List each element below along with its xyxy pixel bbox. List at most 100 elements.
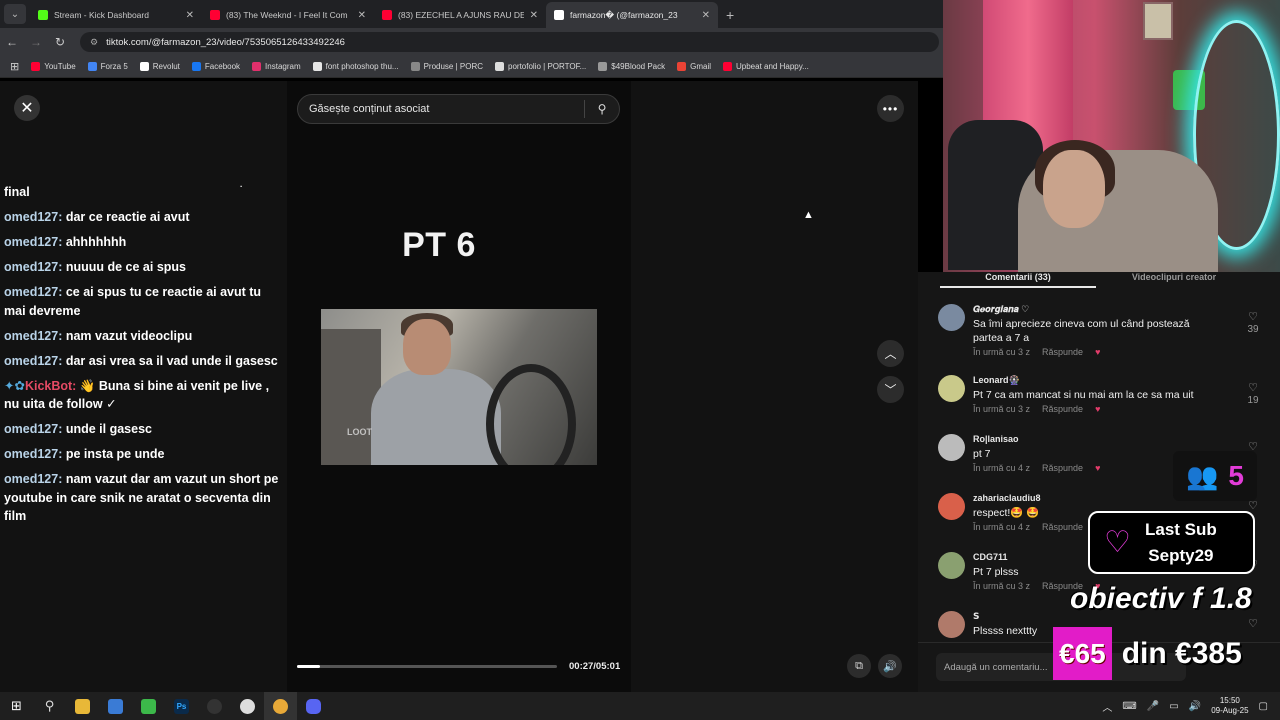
bookmark-favicon-icon — [598, 62, 608, 71]
tab-search-icon[interactable]: ⌄ — [4, 4, 26, 24]
file-explorer-icon[interactable] — [66, 692, 99, 720]
close-tab-icon[interactable]: ✕ — [530, 10, 538, 21]
bookmark-item[interactable]: portofolio | PORTOF... — [495, 62, 586, 71]
bookmark-favicon-icon — [495, 62, 505, 71]
heart-icon: ♡ — [1104, 526, 1131, 559]
reply-button[interactable]: Răspunde — [1042, 404, 1083, 414]
close-tab-icon[interactable]: ✕ — [186, 10, 194, 21]
app-icon[interactable] — [231, 692, 264, 720]
new-tab-icon[interactable]: + — [726, 7, 734, 23]
browser-tab[interactable]: (83) EZECHEL A AJUNS RAU DE ✕ — [374, 2, 546, 28]
volume-icon[interactable]: 🔊 — [878, 654, 902, 678]
bookmark-label: YouTube — [44, 62, 76, 71]
like-button[interactable]: ♡ 39 — [1243, 310, 1263, 335]
webcam-face — [1043, 150, 1105, 228]
chevron-down-icon[interactable]: ﹀ — [877, 376, 904, 403]
avatar[interactable] — [938, 375, 965, 402]
speaker-icon[interactable]: 🔊 — [1189, 701, 1201, 712]
photoshop-icon[interactable]: Ps — [165, 692, 198, 720]
address-bar[interactable]: ⚙ tiktok.com/@farmazon_23/video/75350651… — [80, 32, 939, 52]
forward-icon[interactable]: → — [24, 35, 48, 49]
like-button[interactable]: ♡ — [1243, 617, 1263, 631]
video-watermark: LOOT — [347, 427, 372, 437]
microphone-icon[interactable]: 🎤 — [1147, 701, 1159, 712]
chat-text: nam vazut videoclipu — [65, 328, 193, 343]
chat-username[interactable]: omed127: — [4, 422, 62, 436]
chat-username[interactable]: omed127: — [4, 354, 62, 368]
bookmark-item[interactable]: Facebook — [191, 62, 241, 71]
browser-tab[interactable]: Stream - Kick Dashboard ✕ — [30, 2, 202, 28]
bookmark-item[interactable]: Revolut — [139, 62, 180, 71]
chrome-icon[interactable] — [264, 692, 297, 720]
comment-author[interactable]: 𝗦 — [973, 611, 979, 622]
bookmark-item[interactable]: Upbeat and Happy... — [723, 62, 809, 71]
bookmark-label: Facebook — [204, 62, 241, 71]
more-options-icon[interactable]: ••• — [877, 95, 904, 122]
chat-username[interactable]: omed127: — [4, 260, 62, 274]
tab-comments[interactable]: Comentarii (33) — [940, 272, 1096, 288]
comment-author[interactable]: 𝑮𝒆𝒐𝒓𝒈𝒊𝒂𝒏𝒂 ♡ — [973, 304, 1029, 315]
chat-username[interactable]: omed127: — [4, 329, 62, 343]
search-taskbar-icon[interactable]: ⚲ — [33, 692, 66, 720]
avatar[interactable] — [938, 552, 965, 579]
browser-tab[interactable]: farmazon� (@farmazon_23 ✕ — [546, 2, 718, 28]
comment-author[interactable]: zahariaclaudiu8 — [973, 493, 1041, 503]
windows-start-icon[interactable]: ⊞ — [0, 692, 33, 720]
chevron-up-icon[interactable]: ︿ — [877, 340, 904, 367]
avatar[interactable] — [938, 493, 965, 520]
discord-icon[interactable] — [297, 692, 330, 720]
reply-button[interactable]: Răspunde — [1042, 522, 1083, 532]
goal-current: €65 — [1053, 627, 1112, 680]
chat-username[interactable]: omed127: — [4, 472, 62, 486]
tab-creator-videos[interactable]: Videoclipuri creator — [1096, 272, 1252, 288]
obs-icon[interactable] — [198, 692, 231, 720]
search-icon[interactable]: ⚲ — [585, 102, 619, 116]
comment-author[interactable]: Leonard🎡 — [973, 375, 1020, 386]
bookmark-item[interactable]: Produse | PORC — [410, 62, 483, 71]
chat-username[interactable]: omed127: — [4, 447, 62, 461]
like-count: 39 — [1247, 324, 1259, 335]
chat-message: omed127: dar asi vrea sa il vad unde il … — [4, 352, 284, 371]
store-icon[interactable] — [99, 692, 132, 720]
close-icon[interactable]: ✕ — [14, 95, 40, 121]
bookmark-item[interactable]: Gmail — [677, 62, 711, 71]
site-info-icon[interactable]: ⚙ — [90, 37, 98, 48]
clock[interactable]: 15:50 09-Aug-25 — [1211, 696, 1248, 716]
bookmark-item[interactable]: YouTube — [31, 62, 76, 71]
floating-player-icon[interactable]: ⧉ — [847, 654, 871, 678]
bookmark-item[interactable]: Forza 5 — [87, 62, 128, 71]
bookmark-item[interactable]: font photoshop thu... — [312, 62, 399, 71]
like-button[interactable]: ♡ 19 — [1243, 381, 1263, 406]
chat-username[interactable]: omed127: — [4, 285, 62, 299]
chat-message: omed127: nam vazut dar am vazut un short… — [4, 470, 284, 526]
reply-button[interactable]: Răspunde — [1042, 463, 1083, 473]
bookmark-favicon-icon — [410, 62, 420, 71]
heart-outline-icon: ♡ — [1248, 500, 1258, 512]
reload-icon[interactable]: ↻ — [48, 35, 72, 49]
browser-tab[interactable]: (83) The Weeknd - I Feel It Com ✕ — [202, 2, 374, 28]
search-bar[interactable]: Găsește conținut asociat ⚲ — [297, 94, 620, 124]
bookmark-item[interactable]: Instagram — [252, 62, 301, 71]
chat-username[interactable]: omed127: — [4, 235, 62, 249]
language-icon[interactable]: ⌨ — [1122, 701, 1136, 712]
notifications-icon[interactable]: ▢ — [1259, 701, 1268, 712]
avatar[interactable] — [938, 611, 965, 638]
close-tab-icon[interactable]: ✕ — [702, 10, 710, 21]
chat-username[interactable]: KickBot: — [25, 379, 76, 393]
apps-icon[interactable]: ⊞ — [10, 60, 19, 73]
comment-author[interactable]: CDG711 — [973, 552, 1008, 562]
chat-username[interactable]: omed127: — [4, 210, 62, 224]
address-url: tiktok.com/@farmazon_23/video/7535065126… — [106, 36, 345, 48]
network-icon[interactable]: ▭ — [1169, 701, 1178, 712]
bookmark-item[interactable]: $49Blood Pack — [598, 62, 665, 71]
video-progress-bar[interactable] — [297, 665, 557, 668]
avatar[interactable] — [938, 304, 965, 331]
close-tab-icon[interactable]: ✕ — [358, 10, 366, 21]
back-icon[interactable]: ← — [0, 35, 24, 49]
minecraft-icon[interactable] — [132, 692, 165, 720]
avatar[interactable] — [938, 434, 965, 461]
chevron-up-tray-icon[interactable]: ︿ — [1102, 699, 1112, 714]
reply-button[interactable]: Răspunde — [1042, 347, 1083, 357]
comment-author[interactable]: Ro|lanisao — [973, 434, 1019, 444]
search-input[interactable]: Găsește conținut asociat — [309, 103, 584, 115]
